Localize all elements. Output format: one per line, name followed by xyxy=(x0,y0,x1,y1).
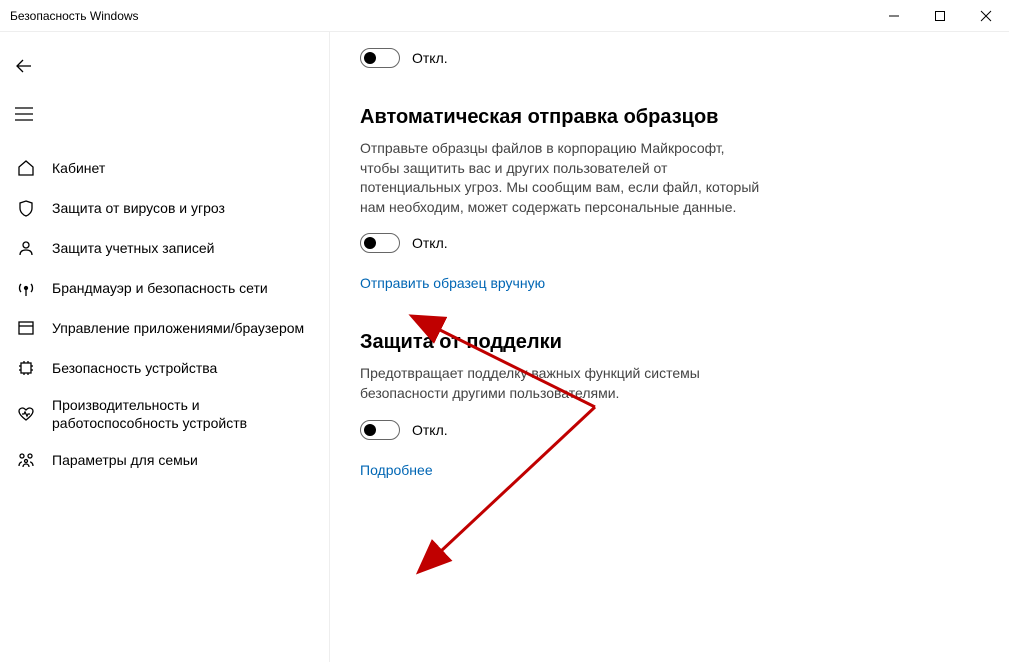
section-description: Предотвращает подделку важных функций си… xyxy=(360,364,760,403)
shield-icon xyxy=(16,198,36,218)
chip-icon xyxy=(16,358,36,378)
person-icon xyxy=(16,238,36,258)
sidebar-item-label: Брандмауэр и безопасность сети xyxy=(52,279,268,297)
sidebar-item-label: Безопасность устройства xyxy=(52,359,217,377)
sidebar-item-home[interactable]: Кабинет xyxy=(0,148,329,188)
section-tamper: Защита от подделки Предотвращает подделк… xyxy=(360,331,760,479)
sidebar-item-family[interactable]: Параметры для семьи xyxy=(0,440,329,480)
window-controls xyxy=(871,0,1009,32)
sidebar-item-virus[interactable]: Защита от вирусов и угроз xyxy=(0,188,329,228)
sidebar: Кабинет Защита от вирусов и угроз Защита… xyxy=(0,32,330,662)
home-icon xyxy=(16,158,36,178)
title-bar: Безопасность Windows xyxy=(0,0,1009,32)
toggle-switch[interactable] xyxy=(360,420,400,440)
sidebar-item-label: Защита учетных записей xyxy=(52,239,214,257)
toggle-row-top: Откл. xyxy=(360,48,1009,68)
toggle-state-label: Откл. xyxy=(412,422,448,438)
minimize-button[interactable] xyxy=(871,0,917,32)
sidebar-item-label: Кабинет xyxy=(52,159,105,177)
antenna-icon xyxy=(16,278,36,298)
send-sample-link[interactable]: Отправить образец вручную xyxy=(360,275,545,291)
toggle-row-sample: Откл. xyxy=(360,233,760,253)
sidebar-item-device-security[interactable]: Безопасность устройства xyxy=(0,348,329,388)
content-area: Откл. Автоматическая отправка образцов О… xyxy=(330,32,1009,662)
sidebar-item-label: Защита от вирусов и угроз xyxy=(52,199,225,217)
window-title: Безопасность Windows xyxy=(10,9,871,23)
family-icon xyxy=(16,450,36,470)
toggle-state-label: Откл. xyxy=(412,235,448,251)
toggle-switch[interactable] xyxy=(360,233,400,253)
sidebar-item-label: Параметры для семьи xyxy=(52,451,198,469)
sidebar-item-account[interactable]: Защита учетных записей xyxy=(0,228,329,268)
toggle-switch[interactable] xyxy=(360,48,400,68)
toggle-row-tamper: Откл. xyxy=(360,420,760,440)
heart-icon xyxy=(16,404,36,424)
sidebar-item-label: Управление приложениями/браузером xyxy=(52,319,304,337)
section-heading: Автоматическая отправка образцов xyxy=(360,106,760,129)
section-heading: Защита от подделки xyxy=(360,331,760,354)
sidebar-item-label: Производительность и работоспособность у… xyxy=(52,396,313,432)
back-button[interactable] xyxy=(0,42,48,90)
sidebar-item-performance[interactable]: Производительность и работоспособность у… xyxy=(0,388,329,440)
section-description: Отправьте образцы файлов в корпорацию Ма… xyxy=(360,139,760,217)
close-button[interactable] xyxy=(963,0,1009,32)
maximize-button[interactable] xyxy=(917,0,963,32)
hamburger-button[interactable] xyxy=(0,90,48,138)
window-icon xyxy=(16,318,36,338)
section-auto-sample: Автоматическая отправка образцов Отправь… xyxy=(360,106,760,293)
learn-more-link[interactable]: Подробнее xyxy=(360,462,433,478)
toggle-state-label: Откл. xyxy=(412,50,448,66)
sidebar-item-app-browser[interactable]: Управление приложениями/браузером xyxy=(0,308,329,348)
sidebar-item-firewall[interactable]: Брандмауэр и безопасность сети xyxy=(0,268,329,308)
